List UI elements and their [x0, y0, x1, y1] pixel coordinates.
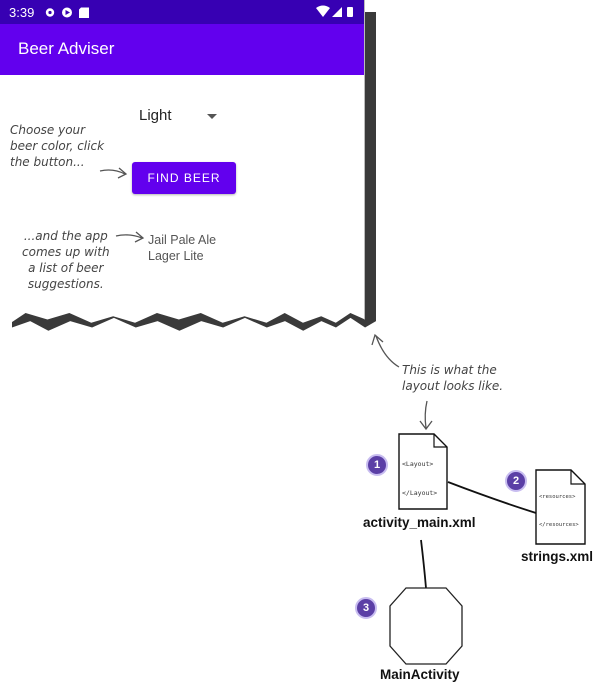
strings-file-icon: [535, 469, 586, 545]
main-activity-octagon: [389, 587, 463, 665]
connector-layout-activity: [420, 539, 427, 589]
step-badge-2: 2: [505, 470, 527, 492]
strings-open-tag: <resources>: [539, 494, 576, 500]
annotation-layout-note: This is what the layout looks like.: [402, 363, 504, 393]
layout-file-icon: [398, 433, 448, 510]
step-badge-3: 3: [355, 597, 377, 619]
strings-close-tag: </resources>: [539, 522, 579, 528]
diagram-lines: [99, 167, 586, 665]
layout-open-tag: <Layout>: [402, 460, 434, 468]
step-badge-1: 1: [366, 454, 388, 476]
arrow-to-screenshot: [375, 335, 400, 368]
main-activity-label: MainActivity: [380, 667, 460, 682]
arrow-to-layout-file: [424, 400, 428, 429]
strings-file-label: strings.xml: [521, 549, 594, 564]
layout-file-label: activity_main.xml: [363, 515, 476, 530]
layout-close-tag: </Layout>: [402, 489, 438, 497]
arrow-to-results: [115, 234, 143, 239]
